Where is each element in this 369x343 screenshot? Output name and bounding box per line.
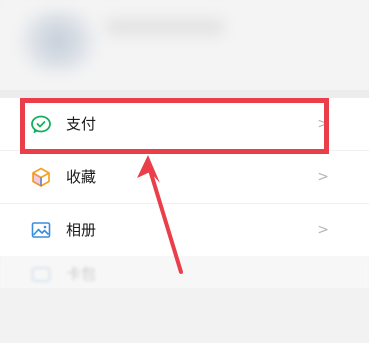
menu-item-pay[interactable]: 支付 > bbox=[0, 98, 369, 151]
avatar[interactable] bbox=[18, 10, 98, 72]
me-menu-list: 支付 > 收藏 > 相册 > bbox=[0, 98, 369, 257]
menu-item-album[interactable]: 相册 > bbox=[0, 204, 369, 257]
menu-item-label: 卡包 bbox=[66, 265, 97, 283]
favorites-cube-icon bbox=[32, 167, 50, 187]
chevron-right-icon: > bbox=[317, 169, 329, 185]
section-divider bbox=[0, 90, 369, 98]
wechat-me-screen: 支付 > 收藏 > 相册 > 卡包 bbox=[0, 0, 369, 343]
menu-item-label: 支付 bbox=[66, 115, 97, 133]
chevron-right-icon: > bbox=[317, 116, 329, 132]
profile-header[interactable] bbox=[0, 0, 369, 98]
menu-item-favorites[interactable]: 收藏 > bbox=[0, 151, 369, 204]
wechat-pay-icon bbox=[31, 115, 51, 133]
profile-name bbox=[105, 18, 225, 36]
menu-item-label: 收藏 bbox=[66, 168, 97, 186]
chevron-right-icon: > bbox=[317, 222, 329, 238]
album-picture-icon bbox=[31, 222, 51, 238]
bottom-blur-area bbox=[0, 288, 369, 343]
menu-item-label: 相册 bbox=[66, 221, 97, 239]
card-wallet-icon bbox=[31, 267, 51, 282]
